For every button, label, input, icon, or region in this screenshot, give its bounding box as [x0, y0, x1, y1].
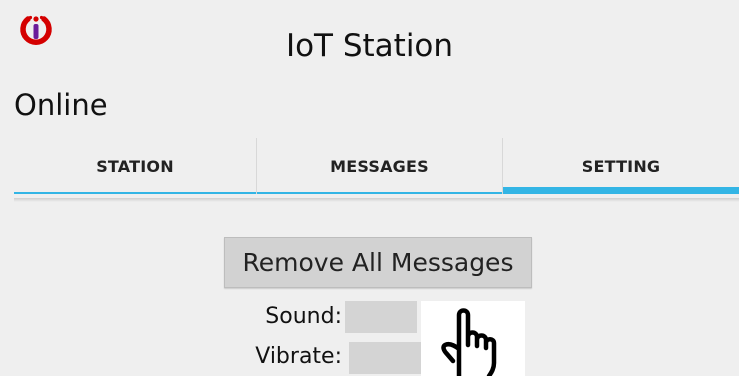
tab-messages-indicator: [257, 192, 502, 194]
tab-divider: [14, 198, 739, 202]
tab-setting-indicator: [503, 187, 739, 194]
pointer-overlay: [421, 301, 525, 376]
sound-label: Sound:: [265, 304, 342, 329]
tab-station-label: STATION: [96, 156, 174, 176]
connection-status: Online: [14, 88, 108, 122]
vibrate-label: Vibrate:: [255, 344, 342, 369]
tab-bar: STATION MESSAGES SETTING: [14, 138, 739, 194]
remove-all-messages-button[interactable]: Remove All Messages: [224, 237, 532, 288]
app-title: IoT Station: [285, 28, 454, 64]
tab-messages[interactable]: MESSAGES: [257, 138, 503, 194]
sound-toggle[interactable]: [345, 301, 417, 333]
tab-station[interactable]: STATION: [14, 138, 257, 194]
tab-messages-label: MESSAGES: [330, 156, 429, 176]
tab-setting-label: SETTING: [581, 156, 661, 176]
tab-setting[interactable]: SETTING: [503, 138, 739, 194]
tab-station-indicator: [14, 192, 256, 194]
vibrate-toggle[interactable]: [349, 342, 421, 374]
hand-pointer-icon: [441, 308, 497, 376]
